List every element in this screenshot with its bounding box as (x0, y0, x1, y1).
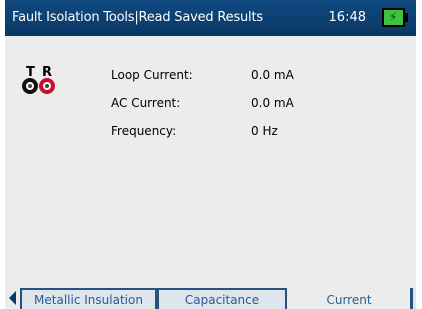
ring-connector-icon (39, 78, 55, 94)
device-screen: Fault Isolation Tools|Read Saved Results… (5, 0, 416, 309)
measurement-label: Loop Current: (111, 68, 193, 82)
frequency-row: Frequency: 0 Hz (111, 124, 278, 138)
scroll-left-arrow-icon[interactable] (9, 291, 16, 305)
scroll-right-tab-edge[interactable] (410, 288, 416, 309)
clock: 16:48 (328, 10, 366, 25)
tab-current[interactable]: Current (288, 288, 410, 309)
tab-bar: Metallic Insulation Capacitance Current (5, 286, 416, 309)
tab-capacitance[interactable]: Capacitance (157, 288, 287, 309)
tip-connector-icon (22, 78, 38, 94)
loop-current-row: Loop Current: 0.0 mA (111, 68, 294, 82)
measurement-label: AC Current: (111, 96, 181, 110)
measurement-value: 0 Hz (251, 124, 278, 138)
tab-metallic-insulation[interactable]: Metallic Insulation (20, 288, 157, 309)
measurement-label: Frequency: (111, 124, 177, 138)
measurement-value: 0.0 mA (251, 96, 294, 110)
battery-charging-icon: ⚡ (382, 8, 408, 27)
tip-ring-icon: T R (22, 66, 62, 106)
results-panel: T R Loop Current: 0.0 mA AC Current: 0.0… (5, 36, 416, 286)
title-bar: Fault Isolation Tools|Read Saved Results… (5, 0, 416, 36)
ac-current-row: AC Current: 0.0 mA (111, 96, 294, 110)
window-title: Fault Isolation Tools|Read Saved Results (12, 10, 263, 25)
measurement-value: 0.0 mA (251, 68, 294, 82)
